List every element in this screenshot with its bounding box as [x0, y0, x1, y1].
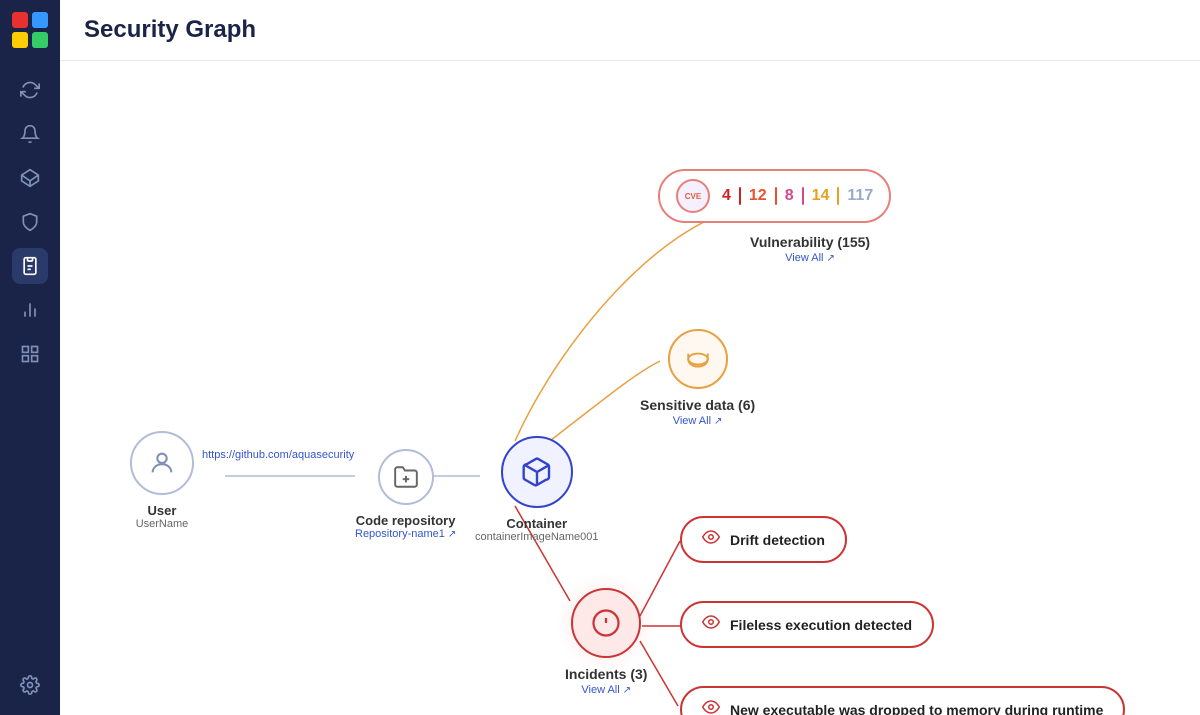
- sensitive-data-node: Sensitive data (6) View All ↗: [640, 329, 755, 427]
- user-circle: [130, 431, 194, 495]
- vuln-low: 14: [812, 187, 830, 205]
- drift-detection-pill: Drift detection: [680, 516, 847, 563]
- sidebar-icon-settings[interactable]: [12, 667, 48, 703]
- sidebar: [0, 0, 60, 715]
- external-link-icon: ↗: [448, 529, 456, 540]
- user-sublabel: UserName: [136, 518, 189, 530]
- repo-node: Code repository Repository-name1 ↗: [355, 449, 456, 540]
- page-title: Security Graph: [84, 16, 1176, 44]
- container-label: Container: [506, 516, 567, 531]
- cve-badge: CVE: [676, 179, 710, 213]
- container-circle: [501, 436, 573, 508]
- sidebar-icon-alerts[interactable]: [12, 116, 48, 152]
- executable-eye-icon: [702, 698, 720, 715]
- sidebar-icon-shield[interactable]: [12, 204, 48, 240]
- sidebar-icon-grid[interactable]: [12, 336, 48, 372]
- repo-link[interactable]: Repository-name1 ↗: [355, 528, 456, 540]
- incidents-node: Incidents (3) View All ↗: [565, 588, 647, 696]
- header: Security Graph: [60, 0, 1200, 61]
- sensitive-view-all[interactable]: View All ↗: [673, 415, 723, 427]
- incidents-circle-wrapper: [571, 588, 641, 658]
- sidebar-icon-clipboard[interactable]: [12, 248, 48, 284]
- vulnerability-label: Vulnerability (155): [750, 234, 870, 250]
- fileless-execution-pill: Fileless execution detected: [680, 601, 934, 648]
- vuln-critical: 4: [722, 187, 731, 205]
- sensitive-ext-icon: ↗: [714, 416, 722, 427]
- graph-area: https://github.com/aquasecurity User Use…: [60, 61, 1200, 715]
- vuln-unknown: 117: [847, 187, 873, 205]
- repo-label: Code repository: [356, 513, 456, 528]
- sensitive-label: Sensitive data (6): [640, 397, 755, 413]
- drift-detection-label: Drift detection: [730, 532, 825, 548]
- vuln-ext-icon: ↗: [827, 253, 835, 264]
- user-label: User: [148, 503, 177, 518]
- vulnerability-view-all[interactable]: View All ↗: [750, 252, 870, 264]
- new-executable-label: New executable was dropped to memory dur…: [730, 702, 1103, 715]
- fileless-eye-icon: [702, 613, 720, 636]
- incidents-ext-icon: ↗: [623, 685, 631, 696]
- sidebar-icon-chart[interactable]: [12, 292, 48, 328]
- new-executable-pill: New executable was dropped to memory dur…: [680, 686, 1125, 715]
- vuln-medium: 8: [785, 187, 794, 205]
- sidebar-icon-cluster[interactable]: [12, 160, 48, 196]
- container-sublabel: containerImageName001: [475, 531, 599, 543]
- incidents-view-all[interactable]: View All ↗: [581, 684, 631, 696]
- container-node: Container containerImageName001: [475, 436, 599, 543]
- vulnerability-label-group: Vulnerability (155) View All ↗: [750, 234, 870, 264]
- sidebar-icon-refresh[interactable]: [12, 72, 48, 108]
- app-logo[interactable]: [12, 12, 48, 48]
- fileless-execution-label: Fileless execution detected: [730, 617, 912, 633]
- repo-circle: [378, 449, 434, 505]
- incidents-circle: [571, 588, 641, 658]
- drift-eye-icon: [702, 528, 720, 551]
- vuln-high: 12: [749, 187, 767, 205]
- sensitive-circle: [668, 329, 728, 389]
- user-node: https://github.com/aquasecurity User Use…: [130, 431, 194, 530]
- vulnerability-card: CVE 4 12 8 14 117: [658, 169, 891, 223]
- user-repo-link[interactable]: https://github.com/aquasecurity: [202, 449, 354, 461]
- main-content: Security Graph: [60, 0, 1200, 715]
